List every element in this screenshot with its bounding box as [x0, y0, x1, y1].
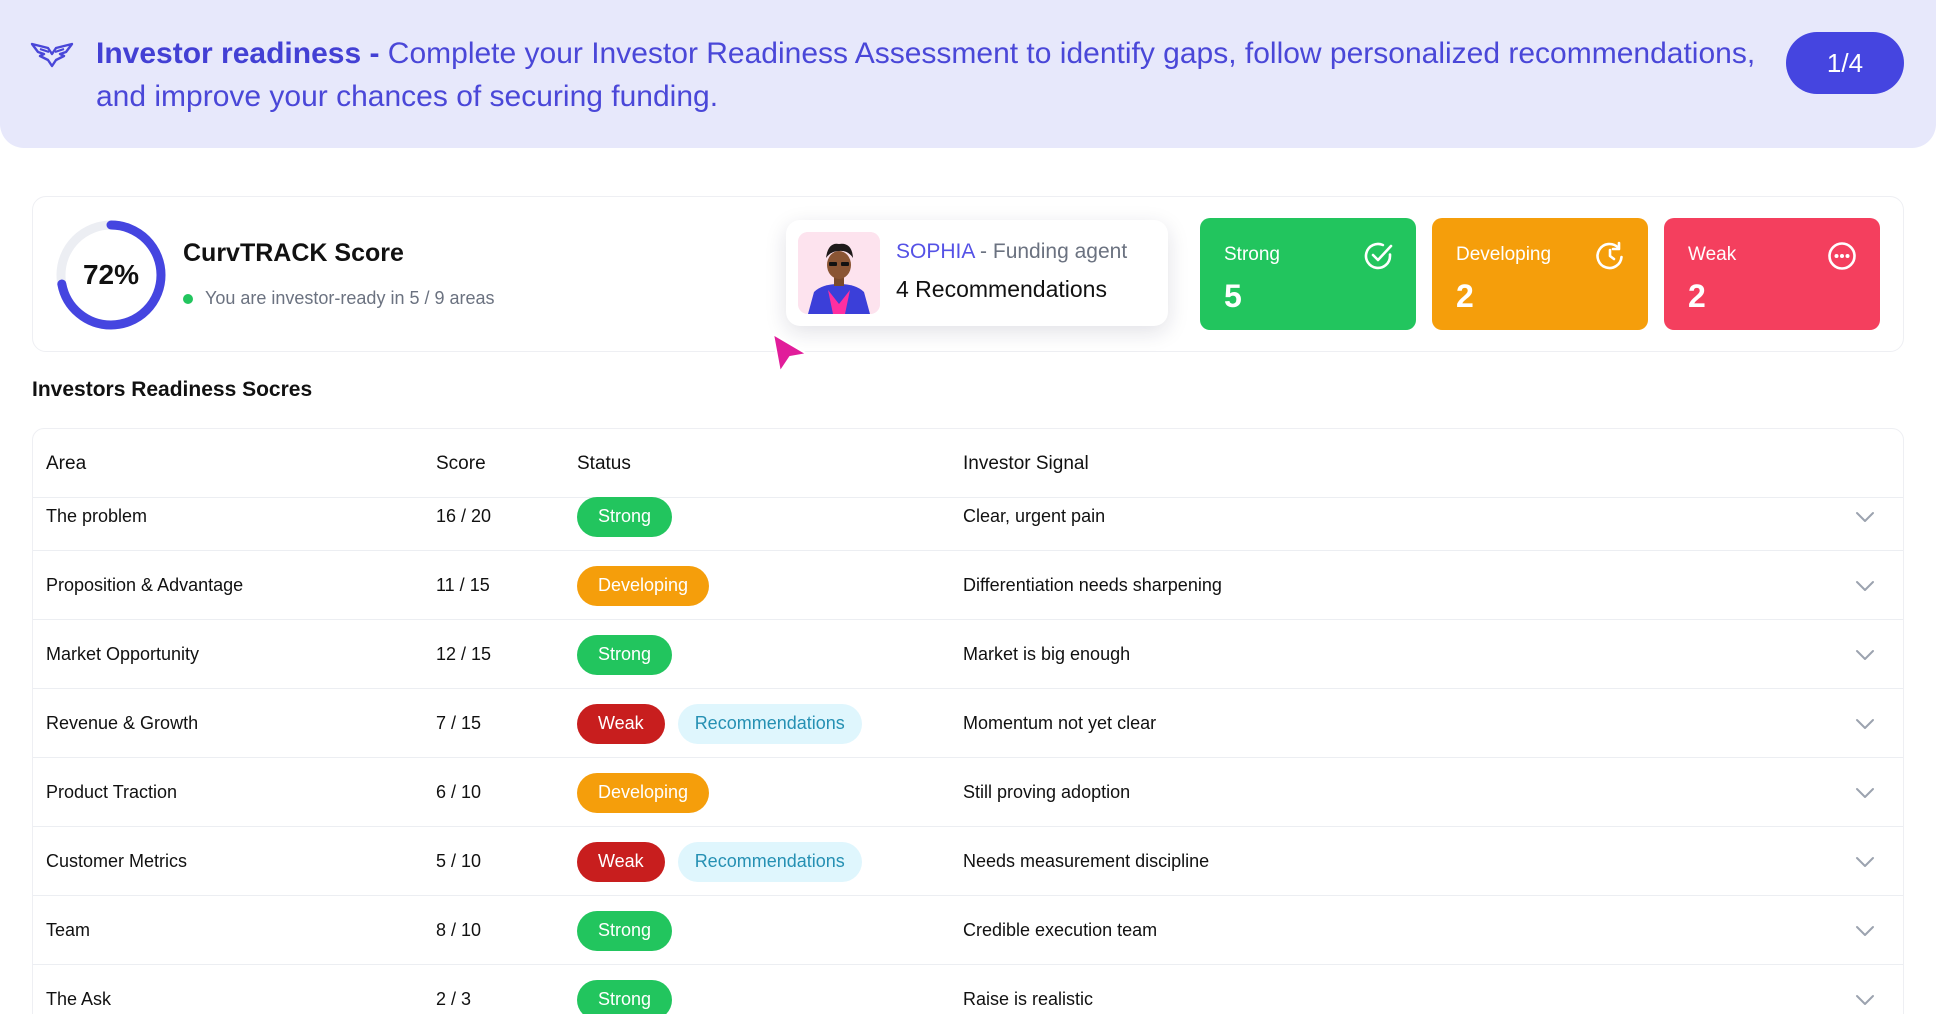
score-cell: 5 / 10	[436, 851, 482, 871]
area-cell: The problem	[46, 506, 148, 526]
status-cell: Strong	[577, 482, 673, 551]
stat-label: Strong	[1224, 244, 1280, 265]
clock-refresh-icon	[1596, 241, 1623, 270]
status-badge: Weak	[577, 841, 665, 882]
recommendations-badge[interactable]: Recommendations	[677, 841, 862, 882]
dots-circle-icon	[1828, 242, 1856, 270]
table-row[interactable]: The Ask 2 / 3 Strong Raise is realistic	[33, 965, 1903, 1014]
expand-row-button[interactable]	[1855, 758, 1875, 827]
agent-dash: -	[974, 240, 993, 263]
section-title: Investors Readiness Socres	[32, 378, 313, 401]
status-cell: Strong	[577, 965, 673, 1014]
expand-row-button[interactable]	[1855, 827, 1875, 896]
agent-recommendations-count[interactable]: 4 Recommendations	[896, 276, 1107, 303]
wings-icon	[30, 42, 74, 68]
area-cell: Market Opportunity	[46, 644, 200, 664]
stat-label: Developing	[1456, 244, 1552, 265]
table-row[interactable]: Revenue & Growth 7 / 15 Weak Recommendation…	[33, 689, 1903, 758]
score-cell: 7 / 15	[436, 713, 482, 733]
developing-stat-card[interactable]: Developing 2	[1432, 218, 1648, 330]
expand-row-button[interactable]	[1855, 965, 1875, 1014]
status-badge: Strong	[577, 634, 673, 675]
score-percent: 72%	[82, 259, 140, 290]
area-cell: Revenue & Growth	[46, 713, 199, 733]
expand-row-button[interactable]	[1855, 620, 1875, 689]
area-cell: The Ask	[46, 989, 112, 1009]
chevron-down-icon[interactable]	[1855, 994, 1875, 1006]
chevron-down-icon[interactable]	[1855, 925, 1875, 937]
status-badge: Developing	[577, 565, 710, 606]
status-badge: Strong	[577, 910, 673, 951]
chevron-down-icon[interactable]	[1855, 511, 1875, 523]
expand-row-button[interactable]	[1855, 896, 1875, 965]
status-cell: Strong	[577, 620, 673, 689]
status-cell: Weak Recommendations	[577, 689, 862, 758]
agent-role: Funding agent	[992, 240, 1128, 263]
table-row[interactable]: Proposition & Advantage 11 / 15 Developing…	[33, 551, 1903, 620]
signal-cell: Still proving adoption	[963, 782, 1131, 802]
chevron-down-icon[interactable]	[1855, 856, 1875, 868]
status-badge: Weak	[577, 703, 665, 744]
status-dot	[183, 293, 193, 304]
readiness-scores-table: Area Score Status Investor Signal The pr…	[32, 428, 1904, 1014]
expand-row-button[interactable]	[1855, 482, 1875, 551]
chevron-down-icon[interactable]	[1855, 649, 1875, 661]
agent-name-line: SOPHIA - Funding agent	[896, 240, 1127, 264]
strong-stat-card[interactable]: Strong 5	[1200, 218, 1416, 330]
score-title: CurvTRACK Score	[183, 239, 404, 267]
banner-title: Investor readiness	[96, 37, 362, 70]
signal-cell: Raise is realistic	[963, 989, 1094, 1009]
area-cell: Proposition & Advantage	[46, 575, 244, 595]
area-cell: Customer Metrics	[46, 851, 188, 871]
score-cell: 16 / 20	[436, 506, 492, 526]
score-cell: 12 / 15	[436, 644, 492, 664]
area-cell: Product Traction	[46, 782, 178, 802]
onboarding-banner: Investor readiness - Complete your Inves…	[0, 0, 1936, 148]
agent-avatar	[798, 232, 880, 314]
table-row[interactable]: Team 8 / 10 Strong Credible execution team	[33, 896, 1903, 965]
table-row[interactable]: Customer Metrics 5 / 10 Weak Recommendation…	[33, 827, 1903, 896]
score-cell: 2 / 3	[436, 989, 472, 1009]
status-badge: Strong	[577, 979, 673, 1014]
table-row[interactable]: Market Opportunity 12 / 15 Strong Market is…	[33, 620, 1903, 689]
table-row[interactable]: The problem 16 / 20 Strong Clear, urgent pa…	[33, 482, 1903, 551]
banner-message: Investor readiness - Complete your Inves…	[96, 32, 1786, 118]
table-row[interactable]: Product Traction 6 / 10 Developing Still pr…	[33, 758, 1903, 827]
signal-cell: Market is big enough	[963, 644, 1131, 664]
status-badge: Strong	[577, 496, 673, 537]
score-cell: 11 / 15	[436, 575, 490, 595]
stat-value: 2	[1456, 278, 1474, 314]
agent-card[interactable]: SOPHIA - Funding agent 4 Recommendations	[786, 220, 1168, 326]
recommendations-badge[interactable]: Recommendations	[677, 703, 862, 744]
step-indicator-button[interactable]: 1/4	[1786, 32, 1904, 94]
chevron-down-icon[interactable]	[1855, 718, 1875, 730]
status-cell: Developing	[577, 551, 710, 620]
signal-cell: Differentiation needs sharpening	[963, 575, 1222, 595]
status-cell: Developing	[577, 758, 710, 827]
stat-value: 5	[1224, 278, 1242, 314]
score-cell: 8 / 10	[436, 920, 482, 940]
score-cell: 6 / 10	[436, 782, 482, 802]
status-cell: Strong	[577, 896, 673, 965]
banner-separator: -	[361, 37, 388, 70]
weak-stat-card[interactable]: Weak 2	[1664, 218, 1880, 330]
status-badge: Developing	[577, 772, 710, 813]
stat-value: 2	[1688, 278, 1706, 314]
check-circle-icon	[1364, 242, 1393, 270]
signal-cell: Needs measurement discipline	[963, 851, 1210, 871]
stat-label: Weak	[1688, 244, 1737, 265]
status-cell: Weak Recommendations	[577, 827, 862, 896]
chevron-down-icon[interactable]	[1855, 787, 1875, 799]
expand-row-button[interactable]	[1855, 551, 1875, 620]
signal-cell: Credible execution team	[963, 920, 1158, 940]
chevron-down-icon[interactable]	[1855, 580, 1875, 592]
score-subtitle: You are investor-ready in 5 / 9 areas	[183, 288, 495, 309]
signal-cell: Momentum not yet clear	[963, 713, 1157, 733]
agent-name: SOPHIA	[896, 240, 975, 263]
expand-row-button[interactable]	[1855, 689, 1875, 758]
score-subtitle-text: You are investor-ready in 5 / 9 areas	[205, 288, 495, 308]
signal-cell: Clear, urgent pain	[963, 506, 1106, 526]
area-cell: Team	[46, 920, 91, 940]
tour-pointer-icon	[772, 333, 808, 373]
